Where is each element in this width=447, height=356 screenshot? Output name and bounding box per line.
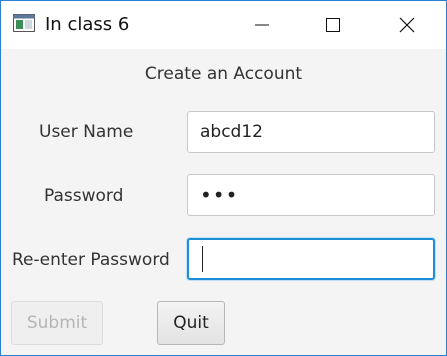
password-label: Password: [44, 186, 124, 206]
minimize-button[interactable]: [239, 1, 285, 49]
form-heading: Create an Account: [144, 64, 303, 84]
reenter-password-field[interactable]: [187, 238, 435, 280]
user-name-field[interactable]: abcd12: [187, 111, 435, 153]
maximize-icon: [326, 18, 340, 32]
password-value: •••: [200, 183, 239, 207]
app-window: In class 6 Create an Account User Name a…: [0, 0, 447, 356]
maximize-button[interactable]: [310, 1, 356, 49]
user-name-value: abcd12: [200, 122, 263, 142]
minimize-icon: [255, 24, 269, 26]
password-field[interactable]: •••: [187, 174, 435, 216]
close-icon: [399, 17, 415, 33]
text-caret: [202, 246, 203, 272]
window-title: In class 6: [45, 14, 130, 35]
submit-button[interactable]: Submit: [11, 301, 103, 345]
title-bar[interactable]: In class 6: [1, 1, 446, 49]
quit-button[interactable]: Quit: [157, 301, 225, 345]
app-window-icon: [13, 14, 35, 32]
close-button[interactable]: [384, 1, 430, 49]
reenter-password-label: Re-enter Password: [12, 250, 170, 270]
user-name-label: User Name: [39, 122, 134, 142]
